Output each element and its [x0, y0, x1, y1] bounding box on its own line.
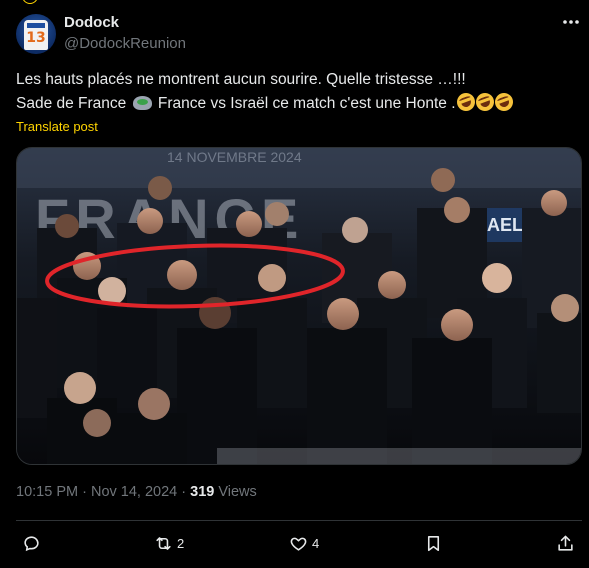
laughing-emoji-icon	[491, 90, 516, 114]
bookmark-icon	[427, 535, 440, 551]
stadium-icon	[132, 96, 152, 110]
repost-icon	[156, 536, 171, 550]
jersey-icon: 13	[24, 20, 48, 50]
views-count: 319	[190, 484, 215, 500]
post-date[interactable]: Nov 14, 2024	[91, 484, 177, 500]
post-media-photo[interactable]: 14 NOVEMBRE 2024 FRANCE AEL	[16, 147, 582, 465]
author-handle[interactable]: @DodockReunion	[64, 35, 186, 52]
share-icon	[558, 535, 573, 551]
share-button[interactable]	[556, 532, 575, 554]
like-icon	[290, 537, 307, 551]
repost-button[interactable]: 2	[154, 532, 184, 554]
laughing-emoji-icon	[453, 90, 478, 114]
avatar[interactable]: 13	[16, 14, 56, 54]
post-text: Les hauts placés ne montrent aucun souri…	[16, 68, 576, 116]
post-text-line-2: Sade de France France vs Israël ce match…	[16, 90, 576, 116]
reply-button[interactable]	[22, 532, 45, 554]
post-text-line-2b: France vs Israël ce match c'est une Hont…	[157, 95, 456, 112]
post-text-line-1: Les hauts placés ne montrent aucun souri…	[16, 71, 466, 88]
banner-right: AEL	[487, 215, 523, 235]
repost-count: 2	[177, 535, 185, 551]
like-count: 4	[312, 535, 320, 551]
post-text-line-2a: Sade de France	[16, 95, 127, 112]
post-time[interactable]: 10:15 PM	[16, 484, 78, 500]
translate-link[interactable]: Translate post	[16, 119, 98, 134]
like-button[interactable]: 4	[289, 532, 319, 554]
more-icon[interactable]	[560, 12, 582, 32]
thread-connector	[22, 0, 38, 4]
views-label: Views	[214, 484, 257, 500]
avatar-number: 13	[26, 30, 46, 46]
reply-icon	[24, 535, 39, 551]
post-meta: 10:15 PM · Nov 14, 2024 · 319 Views	[16, 484, 257, 500]
meta-separator: ·	[78, 484, 91, 500]
author-name[interactable]: Dodock	[64, 14, 119, 31]
laughing-emoji-icon	[472, 90, 497, 114]
bookmark-button[interactable]	[424, 532, 443, 554]
divider	[16, 520, 582, 521]
banner-date: 14 NOVEMBRE 2024	[167, 149, 302, 165]
